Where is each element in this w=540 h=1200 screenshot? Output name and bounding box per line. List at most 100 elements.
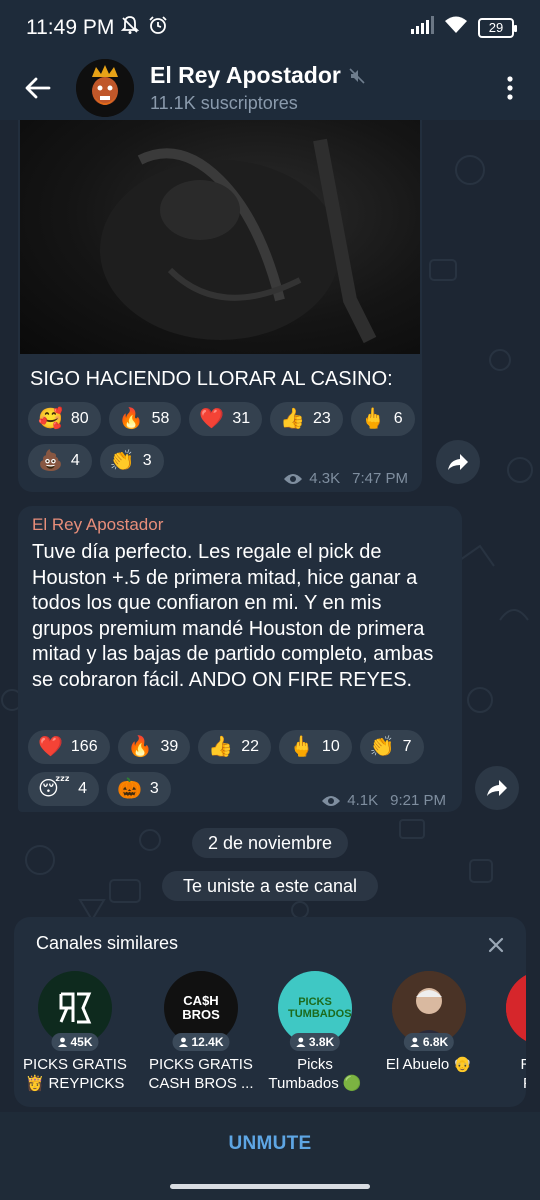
message-time: 7:47 PM bbox=[352, 470, 408, 487]
share-arrow-icon bbox=[448, 454, 468, 470]
reypicks-free-logo-icon bbox=[506, 975, 526, 1041]
reaction-count: 10 bbox=[321, 738, 340, 755]
reaction-emoji: 🔥 bbox=[118, 408, 144, 430]
similar-channels-panel: Canales similares 45K PICKS GRATIS 👸 REY… bbox=[14, 917, 526, 1107]
battery-icon: 29 bbox=[478, 18, 517, 38]
close-icon bbox=[488, 937, 504, 953]
reaction-count: 6 bbox=[393, 410, 403, 427]
reaction-emoji: 🥰 bbox=[38, 408, 63, 430]
reaction-chip[interactable]: 💩 4 bbox=[28, 444, 92, 478]
reaction-count: 80 bbox=[70, 410, 89, 427]
reaction-chip[interactable]: 😴 4 bbox=[28, 772, 99, 806]
reaction-emoji: 🖕 bbox=[360, 408, 386, 430]
channel-name-line: PICKS GRATIS bbox=[23, 1056, 127, 1073]
unmute-button[interactable]: UNMUTE bbox=[0, 1112, 540, 1176]
back-arrow-icon bbox=[25, 77, 51, 99]
subscriber-count: 45K bbox=[70, 1035, 93, 1049]
reactions-row: 🥰 80 🔥 58 ❤️ 31 👍 23 🖕 6 💩 4 👏 3 bbox=[28, 402, 418, 478]
reypicks-logo-icon bbox=[59, 992, 92, 1024]
person-icon bbox=[296, 1037, 306, 1047]
subscriber-count: 3.8K bbox=[308, 1035, 335, 1049]
reaction-chip[interactable]: 🖕 6 bbox=[350, 402, 415, 436]
similar-channel-item[interactable]: CA$H BROS 12.4K PICKS GRATIS CASH BROS .… bbox=[138, 971, 264, 1093]
channel-avatar: 6.8K bbox=[392, 971, 466, 1051]
cashbros-avatar-text: CA$H BROS bbox=[182, 993, 220, 1022]
channel-avatar[interactable] bbox=[76, 59, 134, 117]
reaction-count: 4 bbox=[70, 452, 80, 469]
channel-title: El Rey Apostador bbox=[150, 62, 341, 88]
reaction-chip[interactable]: 🥰 80 bbox=[28, 402, 101, 436]
similar-channels-list: 45K PICKS GRATIS 👸 REYPICKS CA$H BROS 12… bbox=[14, 971, 526, 1101]
tumbados-avatar-text: PICKS TUMBADOS bbox=[288, 996, 352, 1020]
share-arrow-icon bbox=[487, 780, 507, 796]
person-icon bbox=[178, 1037, 188, 1047]
reaction-chip[interactable]: ❤️ 31 bbox=[189, 402, 263, 436]
views-eye-icon bbox=[284, 473, 303, 484]
reaction-chip[interactable]: 👍 22 bbox=[198, 730, 272, 764]
channel-name-line: 👸 REYPICKS bbox=[25, 1075, 125, 1092]
channel-avatar: PICKS TUMBADOS 3.8K bbox=[278, 971, 352, 1051]
dark-photo-image bbox=[100, 138, 377, 344]
view-count: 4.1K bbox=[347, 792, 379, 809]
king-avatar-icon bbox=[76, 59, 134, 117]
message-bubble[interactable]: El Rey Apostador Tuve día perfecto. Les … bbox=[18, 506, 462, 812]
message-meta: 4.3K 7:47 PM bbox=[283, 470, 408, 487]
reaction-count: 58 bbox=[151, 410, 170, 427]
alarm-icon bbox=[148, 15, 168, 41]
reaction-count: 166 bbox=[70, 738, 98, 755]
message-bubble[interactable]: SIGO HACIENDO LLORAR AL CASINO: 🥰 80 🔥 58 … bbox=[18, 120, 422, 492]
similar-channel-item[interactable]: 45K PICKS GRATIS 👸 REYPICKS bbox=[14, 971, 138, 1093]
reaction-emoji: 👏 bbox=[369, 736, 395, 758]
channel-name-line: REYPI bbox=[520, 1056, 526, 1073]
reaction-emoji: ❤️ bbox=[38, 736, 63, 758]
subscriber-count: 11.1K suscriptores bbox=[150, 93, 298, 113]
reaction-emoji: 👍 bbox=[208, 736, 234, 758]
views-eye-icon bbox=[322, 795, 341, 806]
status-time: 11:49 PM bbox=[26, 16, 115, 39]
subscriber-count: 6.8K bbox=[422, 1035, 449, 1049]
message-photo[interactable] bbox=[20, 120, 420, 354]
channel-name-line: Picks bbox=[297, 1056, 333, 1073]
channel-name: PICKS GRATIS CASH BROS ... bbox=[138, 1055, 264, 1093]
reaction-chip[interactable]: 👏 7 bbox=[359, 730, 424, 764]
similar-channel-item[interactable]: 6.8K El Abuelo 👴 bbox=[366, 971, 492, 1074]
person-icon bbox=[57, 1037, 67, 1047]
reaction-chip[interactable]: ❤️ 166 bbox=[28, 730, 110, 764]
subscriber-badge: 3.8K bbox=[289, 1033, 341, 1051]
channel-name: Picks Tumbados 🟢 bbox=[252, 1055, 378, 1093]
reaction-chip[interactable]: 🖕 10 bbox=[279, 730, 352, 764]
reaction-chip[interactable]: 🔥 39 bbox=[117, 730, 191, 764]
reaction-count: 39 bbox=[160, 738, 179, 755]
reaction-emoji: ❤️ bbox=[199, 408, 225, 430]
service-message: Te uniste a este canal bbox=[162, 871, 378, 901]
subscriber-badge: 45K bbox=[51, 1033, 99, 1051]
wifi-icon bbox=[444, 16, 468, 40]
reaction-chip[interactable]: 👏 3 bbox=[99, 444, 164, 478]
chat-header: El Rey Apostador 11.1K suscriptores bbox=[0, 56, 540, 120]
reaction-count: 23 bbox=[313, 410, 331, 427]
reaction-chip[interactable]: 👍 23 bbox=[270, 402, 343, 436]
more-menu-button[interactable] bbox=[480, 56, 540, 120]
back-button[interactable] bbox=[0, 56, 76, 120]
message-time: 9:21 PM bbox=[390, 792, 446, 809]
similar-channel-item[interactable]: REYPI FREE bbox=[480, 971, 526, 1093]
reaction-chip[interactable]: 🎃 3 bbox=[107, 772, 171, 806]
date-separator: 2 de noviembre bbox=[192, 828, 348, 858]
bell-off-icon bbox=[120, 15, 140, 41]
more-vert-icon bbox=[507, 76, 513, 100]
muted-icon bbox=[349, 67, 365, 84]
channel-name-line: CASH BROS ... bbox=[148, 1075, 254, 1092]
home-gesture-handle[interactable] bbox=[170, 1184, 370, 1189]
view-count: 4.3K bbox=[309, 470, 341, 487]
share-button[interactable] bbox=[475, 766, 519, 810]
channel-name: PICKS GRATIS 👸 REYPICKS bbox=[14, 1055, 138, 1093]
subscriber-count: 12.4K bbox=[191, 1035, 224, 1049]
similar-channels-title: Canales similares bbox=[36, 933, 179, 953]
channel-avatar: CA$H BROS 12.4K bbox=[164, 971, 238, 1051]
reaction-chip[interactable]: 🔥 58 bbox=[108, 402, 182, 436]
channel-avatar: 45K bbox=[38, 971, 112, 1051]
share-button[interactable] bbox=[436, 440, 480, 484]
close-similar-button[interactable] bbox=[482, 931, 510, 959]
reaction-count: 4 bbox=[78, 780, 87, 797]
similar-channel-item[interactable]: PICKS TUMBADOS 3.8K Picks Tumbados 🟢 bbox=[252, 971, 378, 1093]
